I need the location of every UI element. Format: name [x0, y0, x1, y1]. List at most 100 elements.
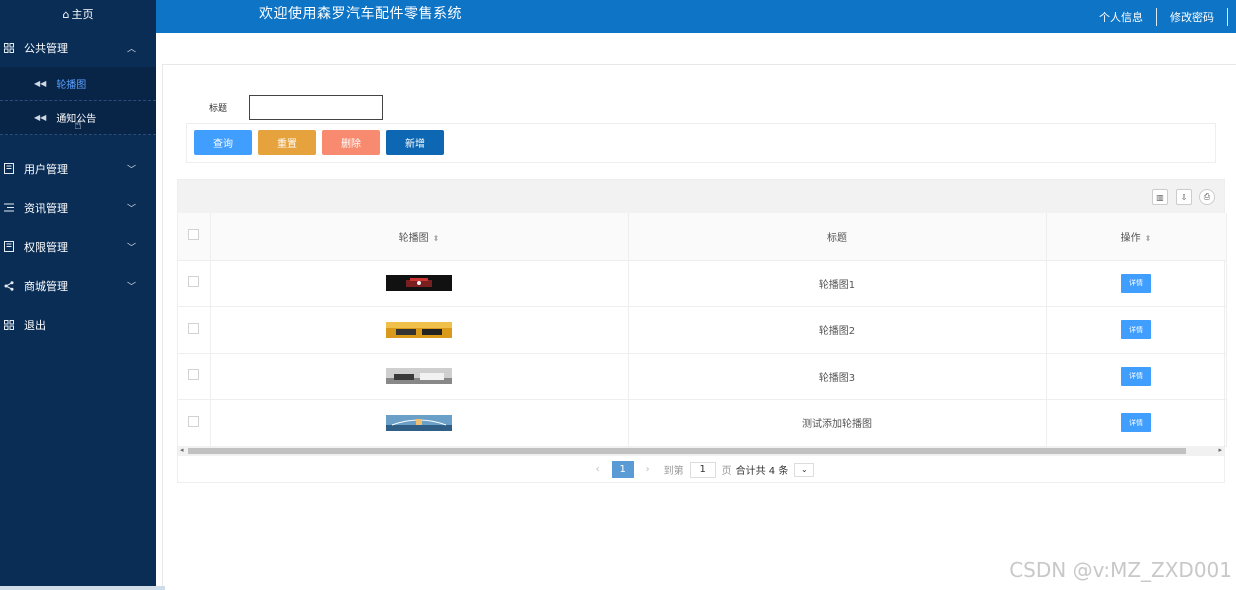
scroll-left-icon[interactable]: ◂	[180, 446, 184, 454]
action-cell: 详情	[1046, 399, 1227, 447]
header-links: 个人信息 修改密码	[1086, 0, 1228, 33]
menu-label: 公共管理	[24, 41, 68, 55]
table-row: 轮播图1 详情	[178, 260, 1227, 307]
chevron-down-icon: ﹀	[126, 243, 136, 253]
detail-button[interactable]: 详情	[1121, 273, 1151, 293]
sort-icon[interactable]: ⬍	[1145, 234, 1152, 243]
action-cell: 详情	[1046, 306, 1227, 354]
carousel-thumbnail	[386, 368, 452, 385]
menu-shop[interactable]: 商城管理 ﹀	[0, 266, 156, 305]
table: 轮播图 ⬍ 标题 操作 ⬍ 轮播图1 详情 轮播图2 详情 轮播图3 详情 测试…	[178, 213, 1227, 447]
hand-cursor-icon: ☝	[74, 118, 82, 133]
search-form: 标题	[209, 95, 383, 120]
title-cell: 轮播图3	[628, 353, 1047, 400]
divider	[0, 586, 165, 590]
scroll-right-icon[interactable]: ▸	[1218, 446, 1222, 454]
delete-button[interactable]: 删除	[322, 130, 380, 155]
table-header-row: 轮播图 ⬍ 标题 操作 ⬍	[178, 213, 1227, 261]
goto-page-input[interactable]: 1	[689, 461, 716, 478]
print-icon[interactable]: ⎙	[1199, 189, 1215, 205]
title-cell: 测试添加轮播图	[628, 399, 1047, 447]
carousel-thumbnail	[386, 321, 452, 338]
chevron-up-icon: ︿	[126, 44, 136, 54]
col-header-title: 标题	[628, 213, 1047, 261]
image-cell	[210, 399, 629, 447]
row-select-cell	[178, 260, 211, 307]
chevron-down-icon: ﹀	[126, 204, 136, 214]
grid-icon	[2, 41, 16, 55]
query-button[interactable]: 查询	[194, 130, 252, 155]
title-cell: 轮播图1	[628, 260, 1047, 307]
menu-permission[interactable]: 权限管理 ﹀	[0, 227, 156, 266]
menu-label: 用户管理	[24, 162, 68, 176]
page-size-select[interactable]: ⌄	[794, 462, 815, 477]
app-title: 欢迎使用森罗汽车配件零售系统	[259, 6, 462, 22]
row-select-cell	[178, 399, 211, 447]
title-label: 标题	[209, 104, 228, 114]
action-cell: 详情	[1046, 353, 1227, 400]
row-select-cell	[178, 306, 211, 354]
image-cell	[210, 353, 629, 400]
header-label: 操作	[1120, 232, 1141, 244]
detail-button[interactable]: 详情	[1121, 413, 1151, 433]
table-row: 测试添加轮播图 详情	[178, 399, 1227, 447]
scrollbar-thumb[interactable]	[188, 448, 1186, 454]
menu-news[interactable]: 资讯管理 ﹀	[0, 188, 156, 227]
header-label: 标题	[827, 232, 847, 244]
menu-label: 退出	[24, 318, 46, 332]
carousel-thumbnail	[386, 414, 452, 431]
pagination: ‹ 1 › 到第 1 页 合计共 4 条 ⌄	[178, 456, 1224, 483]
book-icon	[2, 240, 16, 254]
horizontal-scrollbar[interactable]: ◂ ▸	[178, 446, 1224, 456]
row-select-cell	[178, 353, 211, 400]
add-button[interactable]: 新增	[386, 130, 444, 155]
home-label: 主页	[71, 8, 94, 21]
menu-public[interactable]: 公共管理 ︿	[0, 28, 156, 67]
row-checkbox[interactable]	[188, 369, 200, 381]
col-header-image[interactable]: 轮播图 ⬍	[210, 213, 629, 261]
detail-button[interactable]: 详情	[1121, 366, 1151, 386]
change-password-link[interactable]: 修改密码	[1157, 9, 1227, 25]
home-link[interactable]: ⌂ 主页	[0, 0, 156, 28]
row-checkbox[interactable]	[188, 322, 200, 334]
col-header-action[interactable]: 操作 ⬍	[1046, 213, 1227, 261]
sort-icon[interactable]: ⬍	[433, 234, 440, 243]
title-input[interactable]	[249, 95, 383, 120]
action-bar: 查询 重置 删除 新增	[186, 123, 1216, 163]
current-page[interactable]: 1	[611, 461, 634, 478]
reset-button[interactable]: 重置	[258, 130, 316, 155]
home-icon: ⌂	[62, 7, 70, 21]
export-icon[interactable]: ⇩	[1176, 189, 1192, 205]
menu-label: 权限管理	[24, 240, 68, 254]
page-unit-label: 页	[721, 466, 732, 477]
main-content: 标题 查询 重置 删除 新增 ▥ ⇩ ⎙ 轮播图 ⬍ 标题 操作 ⬍ 轮播图1 …	[162, 64, 1236, 590]
sidebar-item-carousel[interactable]: ◀◀ 轮播图	[0, 67, 156, 101]
sidebar: ⌂ 主页 公共管理 ︿ ◀◀ 轮播图 ◀◀ 通知公告 用户管理 ﹀ 资讯管理 ﹀	[0, 0, 156, 590]
detail-button[interactable]: 详情	[1121, 320, 1151, 340]
table-row: 轮播图2 详情	[178, 306, 1227, 354]
row-checkbox[interactable]	[188, 415, 200, 427]
menu-label: 资讯管理	[24, 201, 68, 215]
menu-label: 商城管理	[24, 279, 68, 293]
select-all-cell	[178, 213, 211, 261]
prev-page-icon[interactable]: ‹	[596, 464, 600, 475]
total-count: 合计共 4 条	[735, 466, 789, 477]
image-cell	[210, 306, 629, 354]
header-label: 轮播图	[398, 232, 429, 244]
share-icon	[2, 279, 16, 293]
action-cell: 详情	[1046, 260, 1227, 307]
top-header: 欢迎使用森罗汽车配件零售系统 个人信息 修改密码	[156, 0, 1236, 33]
menu-logout[interactable]: 退出	[0, 305, 156, 344]
profile-link[interactable]: 个人信息	[1086, 9, 1156, 25]
row-checkbox[interactable]	[188, 276, 200, 288]
watermark: CSDN @v:MZ_ZXD001	[1009, 558, 1232, 582]
book-icon	[2, 162, 16, 176]
select-all-checkbox[interactable]	[188, 229, 200, 241]
data-table: ▥ ⇩ ⎙ 轮播图 ⬍ 标题 操作 ⬍ 轮播图1 详情 轮播图2 详情 轮播图3…	[177, 179, 1227, 483]
chevron-down-icon: ﹀	[126, 282, 136, 292]
double-arrow-icon: ◀◀	[34, 79, 47, 88]
columns-icon[interactable]: ▥	[1152, 189, 1168, 205]
menu-users[interactable]: 用户管理 ﹀	[0, 149, 156, 188]
sidebar-item-label: 轮播图	[56, 80, 87, 91]
next-page-icon[interactable]: ›	[646, 464, 650, 475]
